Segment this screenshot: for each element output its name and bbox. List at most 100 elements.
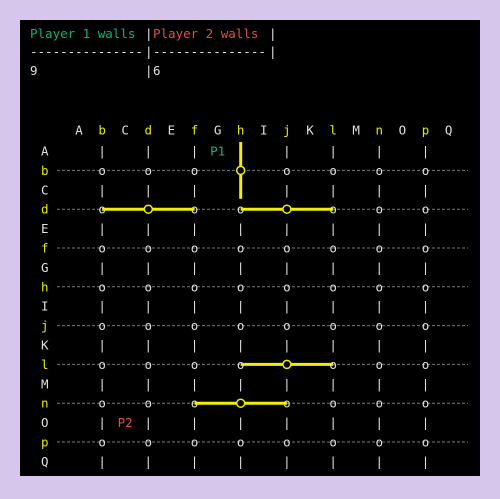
wall-node: o <box>376 241 384 256</box>
wall-node: o <box>145 318 153 333</box>
cell-separator: | <box>98 415 106 430</box>
cell-separator: | <box>422 338 430 353</box>
wall-node: o <box>237 318 245 333</box>
wall-node: o <box>145 241 153 256</box>
wall-node: o <box>98 163 106 178</box>
wall-node: o <box>422 396 430 411</box>
column-label-G: G <box>214 123 222 138</box>
wall-center-node <box>282 359 292 370</box>
row-label-M: M <box>41 376 49 391</box>
row-label-f: f <box>41 241 49 256</box>
wall-node: o <box>191 435 199 450</box>
row-label-b: b <box>41 163 49 178</box>
cell-separator: | <box>191 260 199 275</box>
wall-center-node <box>235 165 246 176</box>
wall-node: o <box>191 357 199 372</box>
column-label-j: j <box>283 123 291 138</box>
wall-node: o <box>329 241 337 256</box>
wall-node: o <box>422 279 430 294</box>
cell-separator: | <box>98 182 106 197</box>
wall-node: o <box>376 357 384 372</box>
wall-node: o <box>329 163 337 178</box>
row-label-d: d <box>41 202 49 217</box>
row-label-j: j <box>41 318 49 333</box>
cell-separator: | <box>237 260 245 275</box>
cell-separator: | <box>191 299 199 314</box>
wall-node: o <box>376 202 384 217</box>
wall-node: o <box>191 318 199 333</box>
wall-node: o <box>376 435 384 450</box>
wall-node: o <box>191 163 199 178</box>
cell-separator: | <box>376 454 384 469</box>
cell-separator: | <box>329 454 337 469</box>
wall-center-node <box>235 398 246 408</box>
cell-separator: | <box>376 221 384 236</box>
cell-separator: | <box>145 376 153 391</box>
column-label-E: E <box>168 123 176 138</box>
cell-separator: | <box>376 376 384 391</box>
cell-separator: | <box>283 299 291 314</box>
wall-node: o <box>376 163 384 178</box>
wall-node: o <box>191 279 199 294</box>
wall-node: o <box>237 241 245 256</box>
cell-separator: | <box>98 299 106 314</box>
wall-node: o <box>145 357 153 372</box>
cell-separator: | <box>98 376 106 391</box>
cell-separator: | <box>237 376 245 391</box>
cell-separator: | <box>191 221 199 236</box>
cell-separator: | <box>376 144 384 159</box>
row-label-E: E <box>41 221 49 236</box>
cell-separator: | <box>191 376 199 391</box>
wall-node: o <box>422 163 430 178</box>
cell-separator: | <box>329 144 337 159</box>
column-label-K: K <box>306 123 314 138</box>
cell-separator: | <box>145 144 153 159</box>
wall-node: o <box>376 318 384 333</box>
pawn-p1: P1 <box>210 144 225 159</box>
cell-separator: | <box>376 338 384 353</box>
wall-node: o <box>422 318 430 333</box>
cell-separator: | <box>422 454 430 469</box>
cell-separator: | <box>283 454 291 469</box>
cell-separator: | <box>329 415 337 430</box>
row-label-K: K <box>41 338 49 353</box>
terminal-window: Player 1 walls | Player 2 walls | ------… <box>20 20 480 476</box>
wall-center-node <box>282 204 292 214</box>
cell-separator: | <box>422 182 430 197</box>
column-label-I: I <box>260 123 268 138</box>
cell-separator: | <box>98 338 106 353</box>
cell-separator: | <box>191 338 199 353</box>
cell-separator: | <box>145 415 153 430</box>
wall-node: o <box>191 241 199 256</box>
wall-node: o <box>98 435 106 450</box>
wall-node: o <box>98 279 106 294</box>
cell-separator: | <box>283 415 291 430</box>
cell-separator: | <box>145 338 153 353</box>
cell-separator: | <box>329 376 337 391</box>
cell-separator: | <box>283 260 291 275</box>
cell-separator: | <box>145 454 153 469</box>
wall-node: o <box>329 279 337 294</box>
cell-separator: | <box>283 144 291 159</box>
row-label-G: G <box>41 260 49 275</box>
row-label-A: A <box>41 144 49 159</box>
row-label-h: h <box>41 279 49 294</box>
cell-separator: | <box>237 299 245 314</box>
cell-separator: | <box>283 376 291 391</box>
column-label-A: A <box>75 123 83 138</box>
wall-node: o <box>329 396 337 411</box>
cell-separator: | <box>98 221 106 236</box>
wall-node: o <box>283 241 291 256</box>
wall-node: o <box>422 357 430 372</box>
cell-separator: | <box>422 144 430 159</box>
cell-separator: | <box>98 260 106 275</box>
cell-separator: | <box>422 376 430 391</box>
wall-node: o <box>283 163 291 178</box>
wall-node: o <box>98 318 106 333</box>
wall-node: o <box>145 396 153 411</box>
wall-node: o <box>145 163 153 178</box>
wall-node: o <box>237 435 245 450</box>
wall-node: o <box>145 435 153 450</box>
pawn-p2: P2 <box>118 415 133 430</box>
row-label-I: I <box>41 299 49 314</box>
